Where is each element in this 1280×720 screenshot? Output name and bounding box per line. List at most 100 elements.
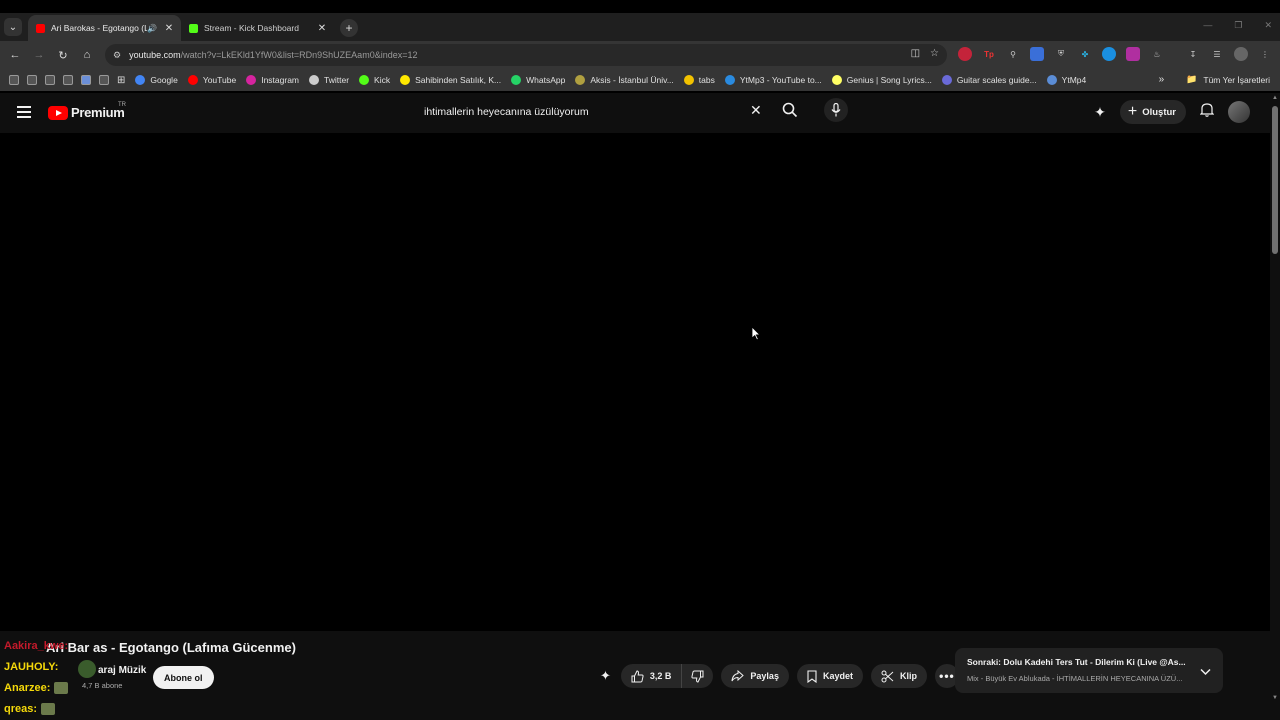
like-button[interactable]: 3,2 B — [620, 664, 683, 688]
browser-menu-icon[interactable]: ⋮ — [1258, 47, 1272, 61]
window-controls: — ❐ ✕ — [1203, 20, 1272, 31]
bookmark-item[interactable]: Instagram — [246, 75, 299, 85]
bookmark-label: Guitar scales guide... — [956, 75, 1037, 85]
bookmark-label: Aksis - İstanbul Üniv... — [590, 75, 674, 85]
all-bookmarks-folder[interactable]: Tüm Yer İşaretleri — [1203, 75, 1270, 85]
back-icon[interactable]: ← — [3, 49, 27, 61]
browser-toolbar: ← → ↻ ⌂ ⚙ youtube.com/watch?v=LkEKld1YfW… — [0, 41, 1280, 69]
install-app-icon[interactable]: ◫ — [911, 48, 920, 59]
bookmark-item[interactable]: WhatsApp — [511, 75, 565, 85]
profile-avatar-icon[interactable] — [1234, 47, 1248, 61]
audio-playing-icon[interactable]: 🔊 — [147, 24, 157, 33]
media-extension-icon[interactable] — [1126, 47, 1140, 61]
close-window-icon[interactable]: ✕ — [1264, 20, 1272, 31]
video-info-area: Ari Bar as - Egotango (Lafıma Gücenme) a… — [0, 631, 1270, 720]
scrollbar-thumb[interactable] — [1272, 106, 1278, 254]
address-bar[interactable]: ⚙ youtube.com/watch?v=LkEKld1YfW0&list=R… — [105, 44, 947, 66]
chat-emote-icon — [54, 682, 69, 695]
maximize-icon[interactable]: ❐ — [1234, 20, 1242, 31]
bookmark-item[interactable]: Guitar scales guide... — [941, 75, 1037, 85]
tab-search-button[interactable]: ⌄ — [4, 18, 22, 36]
extensions-puzzle-icon[interactable]: ♨ — [1150, 47, 1164, 61]
bookmark-4-icon[interactable] — [63, 75, 73, 85]
download-icon[interactable]: ↧ — [1186, 47, 1200, 61]
bookmark-favicon-icon — [575, 75, 586, 85]
search-input[interactable] — [412, 100, 776, 124]
apps-grid-icon[interactable]: ⊞ — [117, 75, 125, 86]
bookmark-item[interactable]: Kick — [359, 75, 390, 85]
more-bookmarks-icon[interactable]: » — [1159, 74, 1165, 85]
notifications-bell-icon[interactable] — [1199, 102, 1215, 122]
bookmark-star-icon[interactable]: ☆ — [930, 48, 939, 59]
bookmark-label: Instagram — [261, 75, 300, 85]
search-icon[interactable] — [782, 102, 798, 123]
tab-kick[interactable]: Stream - Kick Dashboard ✕ — [181, 15, 334, 41]
bookmark-favicon-icon — [724, 75, 735, 85]
bookmark-item[interactable]: Aksis - İstanbul Üniv... — [575, 75, 674, 85]
search-extension-icon[interactable]: ⚲ — [1006, 47, 1020, 61]
minimize-icon[interactable]: — — [1203, 20, 1212, 31]
youtube-logo[interactable]: Premium TR — [48, 102, 126, 120]
bookmark-item[interactable]: YouTube — [187, 75, 236, 85]
bookmark-5-icon[interactable] — [81, 75, 91, 85]
close-tab-icon[interactable]: ✕ — [316, 23, 328, 34]
chevron-down-icon[interactable] — [1200, 663, 1211, 681]
mouse-cursor-icon — [751, 326, 761, 341]
clear-search-icon[interactable]: ✕ — [750, 102, 762, 119]
channel-name[interactable]: araj Müzik — [98, 665, 146, 676]
bookmark-icon — [807, 669, 817, 683]
bookmark-label: Google — [150, 75, 178, 85]
bookmark-item[interactable]: YtMp3 - YouTube to... — [724, 75, 822, 85]
bookmark-1-icon[interactable] — [9, 75, 19, 85]
bookmark-item[interactable]: Twitter — [309, 75, 349, 85]
up-next-panel[interactable]: Sonraki: Dolu Kadehi Ters Tut - Dilerim … — [955, 648, 1223, 693]
forward-icon[interactable]: → — [27, 49, 51, 61]
like-count: 3,2 B — [649, 671, 672, 681]
url-text[interactable]: youtube.com/watch?v=LkEKld1YfW0&list=RDn… — [129, 50, 417, 60]
gemini-sparkle-icon[interactable]: ✦ — [1094, 104, 1106, 121]
bookmark-label: Kick — [374, 75, 391, 85]
close-tab-icon[interactable]: ✕ — [163, 23, 175, 34]
chat-line: Anarzee: — [4, 678, 69, 699]
create-button[interactable]: + Oluştur — [1119, 100, 1186, 124]
shazam-extension-icon[interactable] — [1102, 47, 1116, 61]
bookmark-3-icon[interactable] — [45, 75, 55, 85]
typing-extension-icon[interactable]: ✤ — [1078, 47, 1092, 61]
dislike-button[interactable] — [682, 664, 714, 688]
youtube-play-icon — [48, 105, 68, 120]
menu-icon[interactable] — [17, 106, 31, 121]
translate-extension-icon[interactable] — [1030, 47, 1044, 61]
account-avatar[interactable] — [1228, 101, 1250, 123]
chat-username: Aakira_kwe: — [4, 640, 69, 652]
bookmark-item[interactable]: YtMp4 — [1046, 75, 1086, 85]
site-info-icon[interactable]: ⚙ — [113, 50, 121, 61]
bookmark-item[interactable]: Sahibinden Satılık, K... — [400, 75, 501, 85]
bookmark-6-icon[interactable] — [99, 75, 109, 85]
adblock-extension-icon[interactable] — [958, 47, 972, 61]
save-button[interactable]: Kaydet — [796, 664, 863, 688]
bookmark-item[interactable]: tabs — [683, 75, 715, 85]
bookmark-item[interactable]: Genius | Song Lyrics... — [831, 75, 932, 85]
page-scrollbar[interactable]: ▲ ▼ — [1270, 93, 1280, 720]
reload-icon[interactable]: ↻ — [51, 49, 75, 62]
bookmark-favicon-icon — [511, 75, 522, 85]
shield-extension-icon[interactable]: ⛨ — [1054, 47, 1068, 61]
scroll-down-icon[interactable]: ▼ — [1272, 695, 1278, 701]
new-tab-button[interactable]: + — [340, 19, 358, 37]
ask-sparkle-icon[interactable]: ✦ — [600, 668, 611, 684]
region-label: TR — [118, 102, 126, 108]
clip-button[interactable]: Klip — [870, 664, 927, 688]
tp-extension-icon[interactable]: Tp — [982, 47, 996, 61]
bookmark-2-icon[interactable] — [27, 75, 37, 85]
tab-youtube[interactable]: Ari Barokas - Egotango (Laf 🔊 ✕ — [28, 15, 181, 41]
channel-avatar[interactable] — [78, 660, 96, 678]
bookmark-favicon-icon — [400, 75, 411, 85]
microphone-icon[interactable] — [824, 98, 848, 122]
home-icon[interactable]: ⌂ — [75, 49, 99, 61]
video-player[interactable] — [0, 133, 1270, 631]
media-controls-icon[interactable]: ☰ — [1210, 47, 1224, 61]
bookmark-item[interactable]: Google — [135, 75, 178, 85]
share-button[interactable]: Paylaş — [721, 664, 789, 688]
scroll-up-icon[interactable]: ▲ — [1272, 95, 1278, 101]
subscribe-button[interactable]: Abone ol — [153, 666, 214, 689]
